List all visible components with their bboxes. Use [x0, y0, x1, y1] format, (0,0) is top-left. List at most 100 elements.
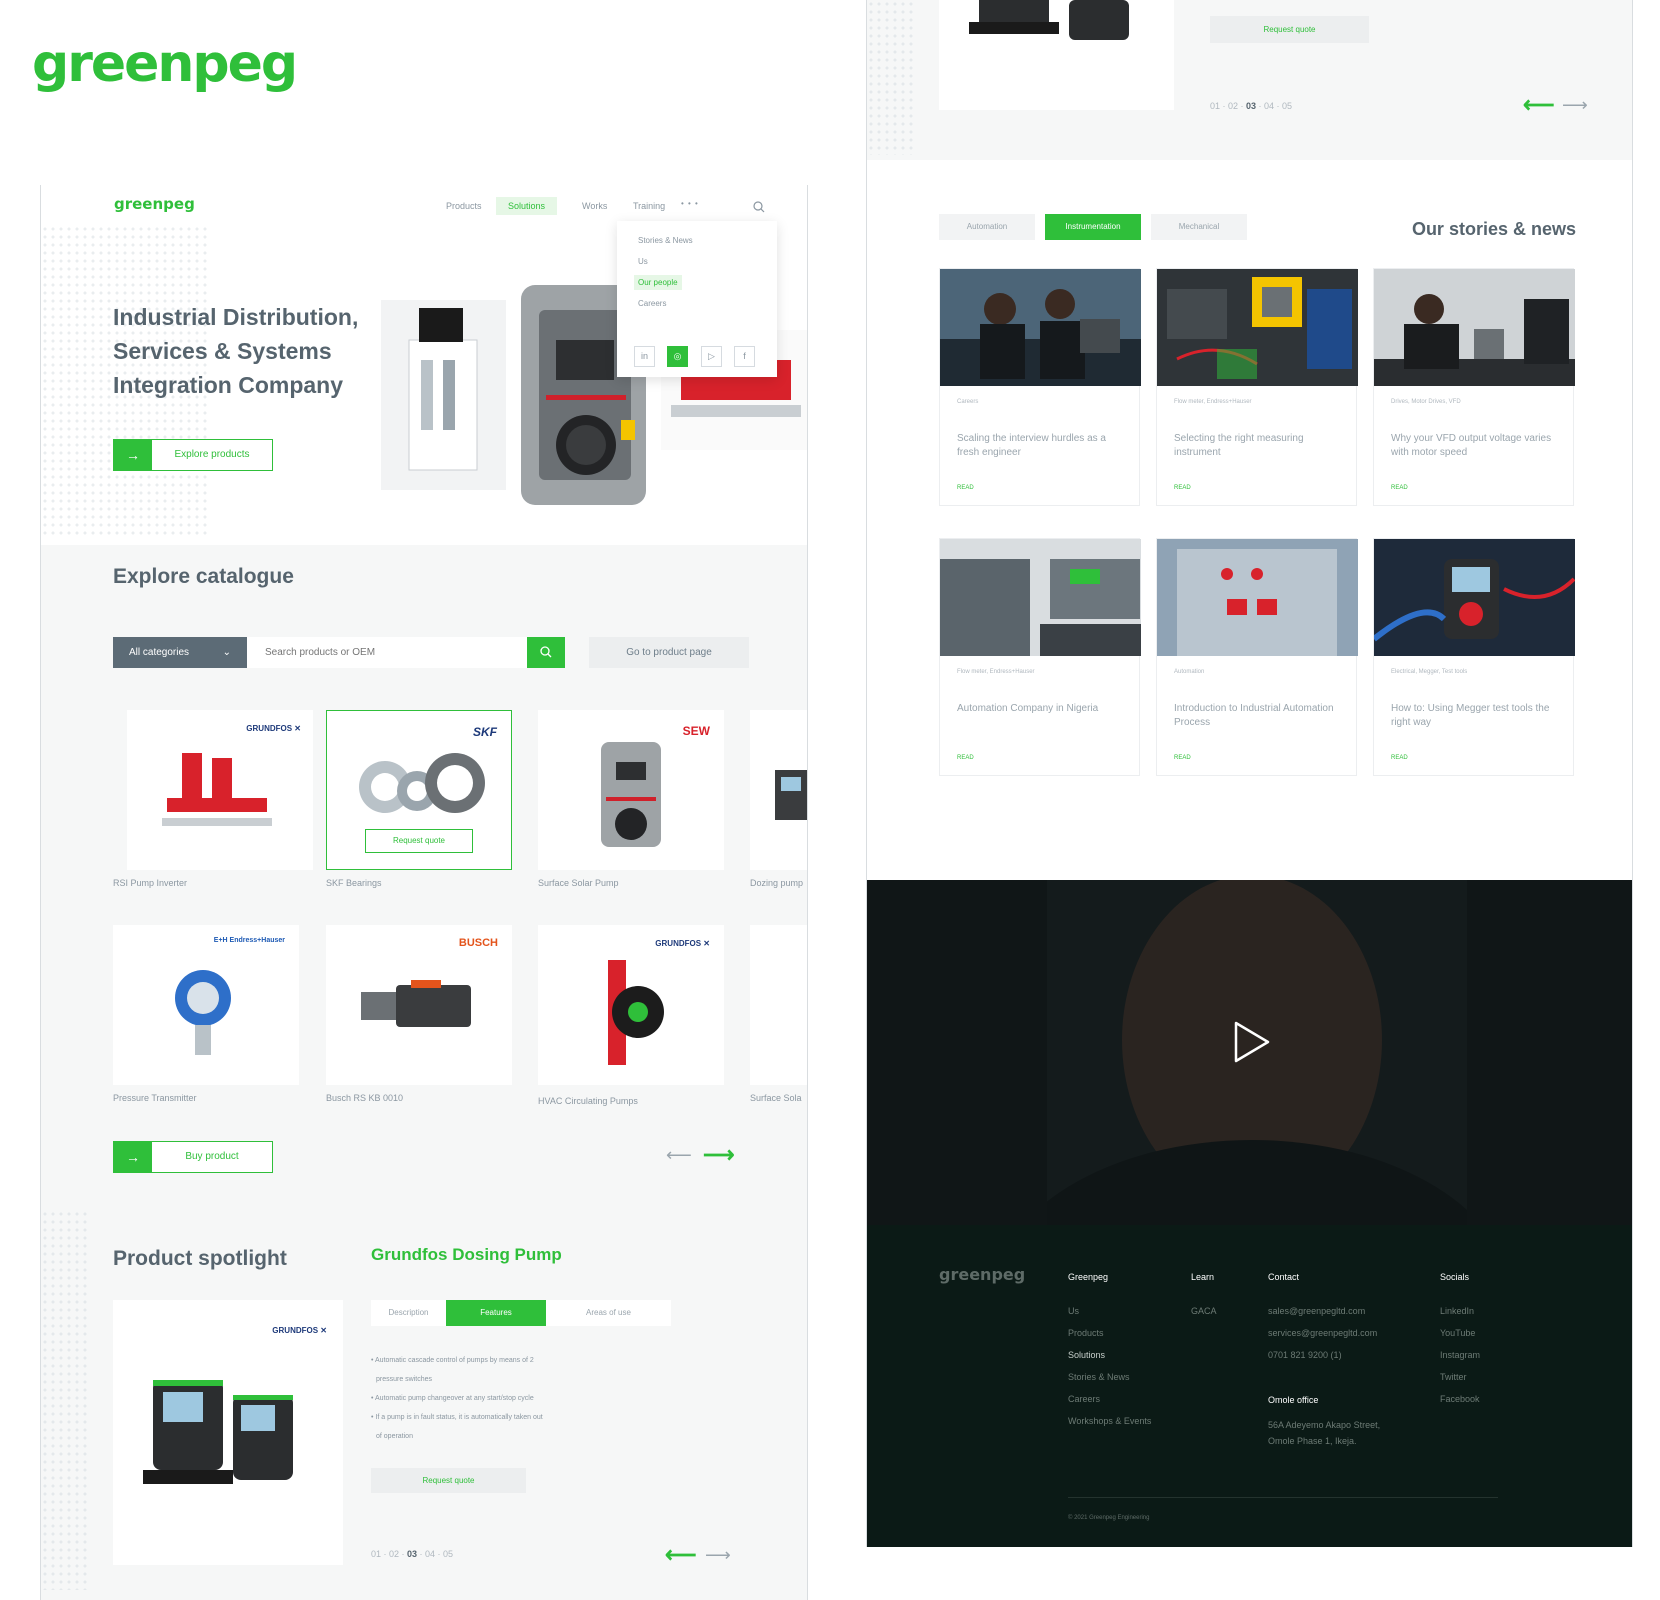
tab-areas-of-use[interactable]: Areas of use: [546, 1300, 671, 1326]
product-card[interactable]: BUSCH: [326, 925, 512, 1085]
nav-logo[interactable]: greenpeg: [114, 195, 195, 213]
product-card-selected[interactable]: SKF Request quote: [326, 710, 512, 870]
product-card[interactable]: [750, 710, 807, 870]
dropdown-item-our-people[interactable]: Our people: [634, 275, 682, 290]
tab-instrumentation[interactable]: Instrumentation: [1045, 214, 1141, 240]
request-quote-button[interactable]: Request quote: [365, 829, 473, 853]
footer-email[interactable]: services@greenpegltd.com: [1268, 1328, 1380, 1338]
product-name[interactable]: Surface Solar Pump: [538, 878, 619, 888]
footer-social-link[interactable]: Twitter: [1440, 1372, 1480, 1382]
product-name[interactable]: RSI Pump Inverter: [113, 878, 187, 888]
story-title[interactable]: Introduction to Industrial Automation Pr…: [1174, 702, 1344, 730]
video-player[interactable]: [867, 880, 1632, 1225]
pager-prev-pages[interactable]: 01 · 02 ·: [371, 1549, 407, 1559]
footer-social-link[interactable]: YouTube: [1440, 1328, 1480, 1338]
footer-link[interactable]: GACA: [1191, 1306, 1217, 1316]
footer-link[interactable]: Workshops & Events: [1068, 1416, 1151, 1426]
catalogue-search-input[interactable]: [247, 637, 527, 668]
story-tag: Careers: [957, 399, 979, 405]
arrow-right-icon[interactable]: ⟶: [705, 1545, 731, 1566]
dot-pattern: [867, 0, 917, 155]
product-name[interactable]: SKF Bearings: [326, 878, 382, 888]
request-quote-button[interactable]: Request quote: [371, 1468, 526, 1493]
footer-link[interactable]: Careers: [1068, 1394, 1151, 1404]
arrow-right-icon[interactable]: ⟶: [703, 1142, 735, 1168]
nav-works[interactable]: Works: [570, 197, 619, 215]
footer-link[interactable]: Products: [1068, 1328, 1151, 1338]
dropdown-item-stories[interactable]: Stories & News: [634, 233, 697, 248]
story-title[interactable]: Why your VFD output voltage varies with …: [1391, 432, 1561, 460]
product-name[interactable]: Surface Sola: [750, 1093, 802, 1103]
footer-phone[interactable]: 0701 821 9200 (1): [1268, 1350, 1380, 1360]
arrow-right-icon[interactable]: ⟶: [1562, 95, 1588, 116]
product-name[interactable]: HVAC Circulating Pumps: [538, 1096, 638, 1106]
story-card[interactable]: Flow meter, Endress+Hauser Selecting the…: [1156, 268, 1358, 506]
read-link[interactable]: READ: [1391, 755, 1408, 761]
story-card[interactable]: Flow meter, Endress+Hauser Automation Co…: [939, 538, 1141, 776]
linkedin-icon[interactable]: in: [634, 346, 655, 367]
tab-description[interactable]: Description: [371, 1300, 446, 1326]
product-name[interactable]: Pressure Transmitter: [113, 1093, 197, 1103]
product-card[interactable]: GRUNDFOS ✕: [538, 925, 724, 1085]
play-icon[interactable]: [1232, 1020, 1272, 1064]
nav-more-button[interactable]: • • •: [681, 199, 699, 208]
product-card[interactable]: SEW: [538, 710, 724, 870]
product-card[interactable]: [750, 925, 807, 1085]
catalogue-title: Explore catalogue: [113, 565, 294, 588]
nav-products[interactable]: Products: [434, 197, 494, 215]
story-card[interactable]: Electrical, Megger, Test tools How to: U…: [1373, 538, 1575, 776]
search-icon[interactable]: [753, 201, 765, 213]
dropdown-item-us[interactable]: Us: [634, 254, 652, 269]
read-link[interactable]: READ: [1174, 485, 1191, 491]
go-to-product-page-button[interactable]: Go to product page: [589, 637, 749, 668]
story-card[interactable]: Automation Introduction to Industrial Au…: [1156, 538, 1358, 776]
tab-automation[interactable]: Automation: [939, 214, 1035, 240]
footer-social-link[interactable]: Instagram: [1440, 1350, 1480, 1360]
story-card[interactable]: Drives, Motor Drives, VFD Why your VFD o…: [1373, 268, 1575, 506]
footer-link[interactable]: Us: [1068, 1306, 1151, 1316]
story-title[interactable]: How to: Using Megger test tools the righ…: [1391, 702, 1561, 730]
footer-link[interactable]: Solutions: [1068, 1350, 1151, 1360]
nav-training[interactable]: Training: [621, 197, 677, 215]
pager-next-pages[interactable]: · 04 · 05: [417, 1549, 454, 1559]
arrow-left-icon[interactable]: ⟵: [666, 1145, 692, 1166]
tab-mechanical[interactable]: Mechanical: [1151, 214, 1247, 240]
brand-logo: GRUNDFOS ✕: [655, 939, 710, 948]
spotlight-product-card[interactable]: [939, 0, 1174, 110]
category-select[interactable]: All categories ⌄: [113, 637, 247, 668]
arrow-left-icon[interactable]: ⟵: [1523, 92, 1555, 118]
request-quote-button[interactable]: Request quote: [1210, 16, 1369, 43]
pager-next-pages[interactable]: · 04 · 05: [1256, 101, 1293, 111]
buy-product-button[interactable]: → Buy product: [113, 1141, 273, 1173]
read-link[interactable]: READ: [1174, 755, 1191, 761]
instagram-icon[interactable]: ◎: [667, 346, 688, 367]
story-title[interactable]: Selecting the right measuring instrument: [1174, 432, 1344, 460]
facebook-icon[interactable]: f: [734, 346, 755, 367]
product-card[interactable]: E+H Endress+Hauser: [113, 925, 299, 1085]
nav-solutions[interactable]: Solutions: [496, 197, 558, 215]
product-name[interactable]: Dozing pump: [750, 878, 803, 888]
spotlight-product-name: Grundfos Dosing Pump: [371, 1245, 562, 1264]
youtube-icon[interactable]: ▷: [701, 346, 722, 367]
read-link[interactable]: READ: [1391, 485, 1408, 491]
footer-social-link[interactable]: LinkedIn: [1440, 1306, 1480, 1316]
story-title[interactable]: Scaling the interview hurdles as a fresh…: [957, 432, 1127, 460]
read-link[interactable]: READ: [957, 755, 974, 761]
catalogue-search-button[interactable]: [527, 637, 565, 668]
story-card[interactable]: Careers Scaling the interview hurdles as…: [939, 268, 1141, 506]
footer-logo[interactable]: greenpeg: [939, 1265, 1025, 1284]
spotlight-product-card[interactable]: GRUNDFOS ✕: [113, 1300, 343, 1565]
read-link[interactable]: READ: [957, 485, 974, 491]
product-name[interactable]: Busch RS KB 0010: [326, 1093, 403, 1103]
footer-col-title: Learn: [1191, 1272, 1215, 1282]
pager-prev-pages[interactable]: 01 · 02 ·: [1210, 101, 1246, 111]
arrow-left-icon[interactable]: ⟵: [665, 1542, 697, 1568]
product-card[interactable]: GRUNDFOS ✕: [127, 710, 313, 870]
dropdown-item-careers[interactable]: Careers: [634, 296, 670, 311]
footer-social-link[interactable]: Facebook: [1440, 1394, 1480, 1404]
footer-email[interactable]: sales@greenpegltd.com: [1268, 1306, 1380, 1316]
explore-products-button[interactable]: → Explore products: [113, 439, 273, 471]
footer-link[interactable]: Stories & News: [1068, 1372, 1151, 1382]
tab-features[interactable]: Features: [446, 1300, 546, 1326]
story-title[interactable]: Automation Company in Nigeria: [957, 702, 1127, 716]
